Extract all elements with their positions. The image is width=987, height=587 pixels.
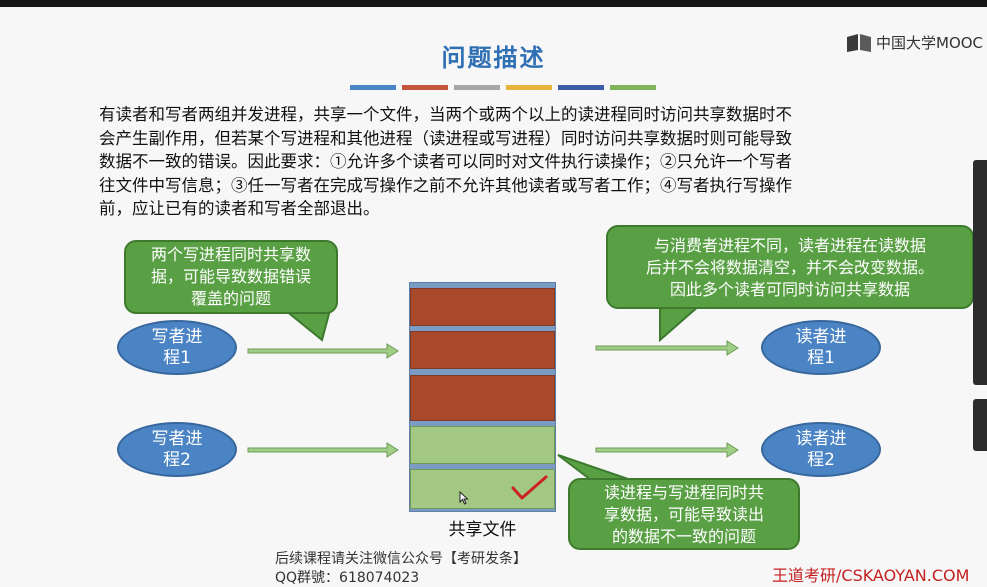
check-mark-icon	[511, 475, 548, 500]
reader-process-2: 读者进 程2	[761, 422, 881, 477]
problem-description: 有读者和写者两组并发进程，共享一个文件，当两个或两个以上的读进程同时访问共享数据…	[99, 103, 919, 221]
writer-process-1: 写者进 程1	[117, 320, 237, 375]
description-line: 有读者和写者两组并发进程，共享一个文件，当两个或两个以上的读进程同时访问共享数据…	[99, 105, 792, 124]
course-footer: 后续课程请关注微信公众号【考研发条】 QQ群號：618074023	[275, 551, 527, 586]
description-line: 往文件中写信息；③任一写者在完成写操作之前不允许其他读者或写者工作；④写者执行写…	[99, 175, 792, 195]
color-bar-segment	[506, 85, 552, 90]
bubble-read-write-conflict: 读进程与写进程同时共 享数据，可能导致读出 的数据不一致的问题	[568, 478, 800, 550]
side-panel-tab[interactable]	[973, 160, 987, 385]
file-block-written	[410, 375, 555, 421]
description-line: 会产生副作用，但若某个写进程和其他进程（读进程或写进程）同时访问共享数据时则可能…	[99, 128, 792, 148]
color-bar-segment	[402, 85, 448, 90]
bubble-readers-share: 与消费者进程不同，读者进程在读数据 后并不会将数据清空，并不会改变数据。 因此多…	[606, 225, 974, 309]
window-top-bar	[0, 0, 987, 7]
slide-title: 问题描述	[441, 44, 546, 72]
watermark: 王道考研/CSKAOYAN.COM	[772, 566, 970, 585]
file-block-written	[410, 331, 555, 369]
color-bar-segment	[610, 85, 656, 90]
color-bar-segment	[454, 85, 500, 90]
side-panel-tab[interactable]	[973, 399, 987, 451]
title-color-bar	[350, 85, 656, 90]
file-block-written	[410, 288, 555, 326]
shared-file-label: 共享文件	[448, 520, 517, 540]
bubble-writers-conflict: 两个写进程同时共享数 据，可能导致数据错误 覆盖的问题	[124, 240, 338, 314]
reader-process-1: 读者进 程1	[761, 320, 881, 375]
mouse-cursor-icon	[459, 491, 469, 505]
color-bar-segment	[558, 85, 604, 90]
description-line: 前，应让已有的读者和写者全部退出。	[99, 199, 380, 218]
description-line: 数据不一致的错误。因此要求：①允许多个读者可以同时对文件执行读操作；②只允许一个…	[99, 152, 792, 171]
file-block-free	[410, 426, 555, 464]
writer-process-2: 写者进 程2	[117, 422, 237, 477]
color-bar-segment	[350, 85, 396, 90]
